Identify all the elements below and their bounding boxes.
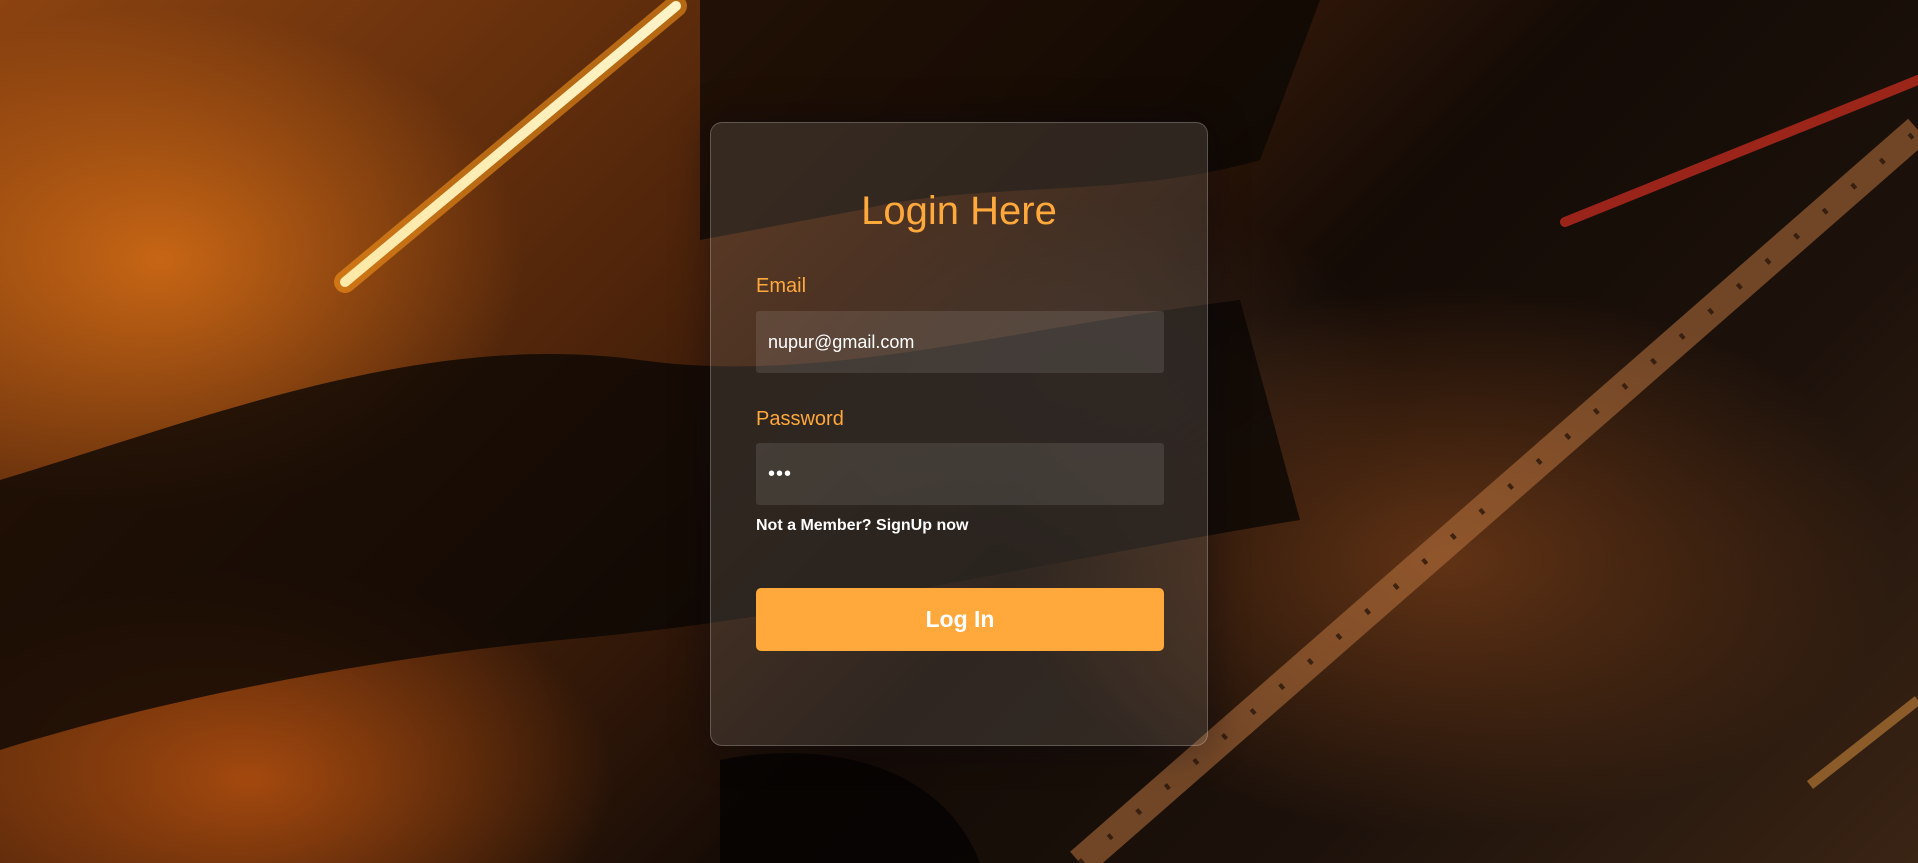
login-button[interactable]: Log In (756, 588, 1164, 651)
signup-link[interactable]: Not a Member? SignUp now (756, 517, 968, 535)
password-label: Password (756, 408, 844, 430)
email-field[interactable] (756, 311, 1164, 373)
login-title: Login Here (861, 189, 1057, 233)
password-field[interactable] (756, 443, 1164, 505)
shadow-bottom (720, 753, 980, 863)
login-card: Login Here Email Password Not a Member? … (710, 122, 1208, 746)
email-label: Email (756, 275, 807, 297)
